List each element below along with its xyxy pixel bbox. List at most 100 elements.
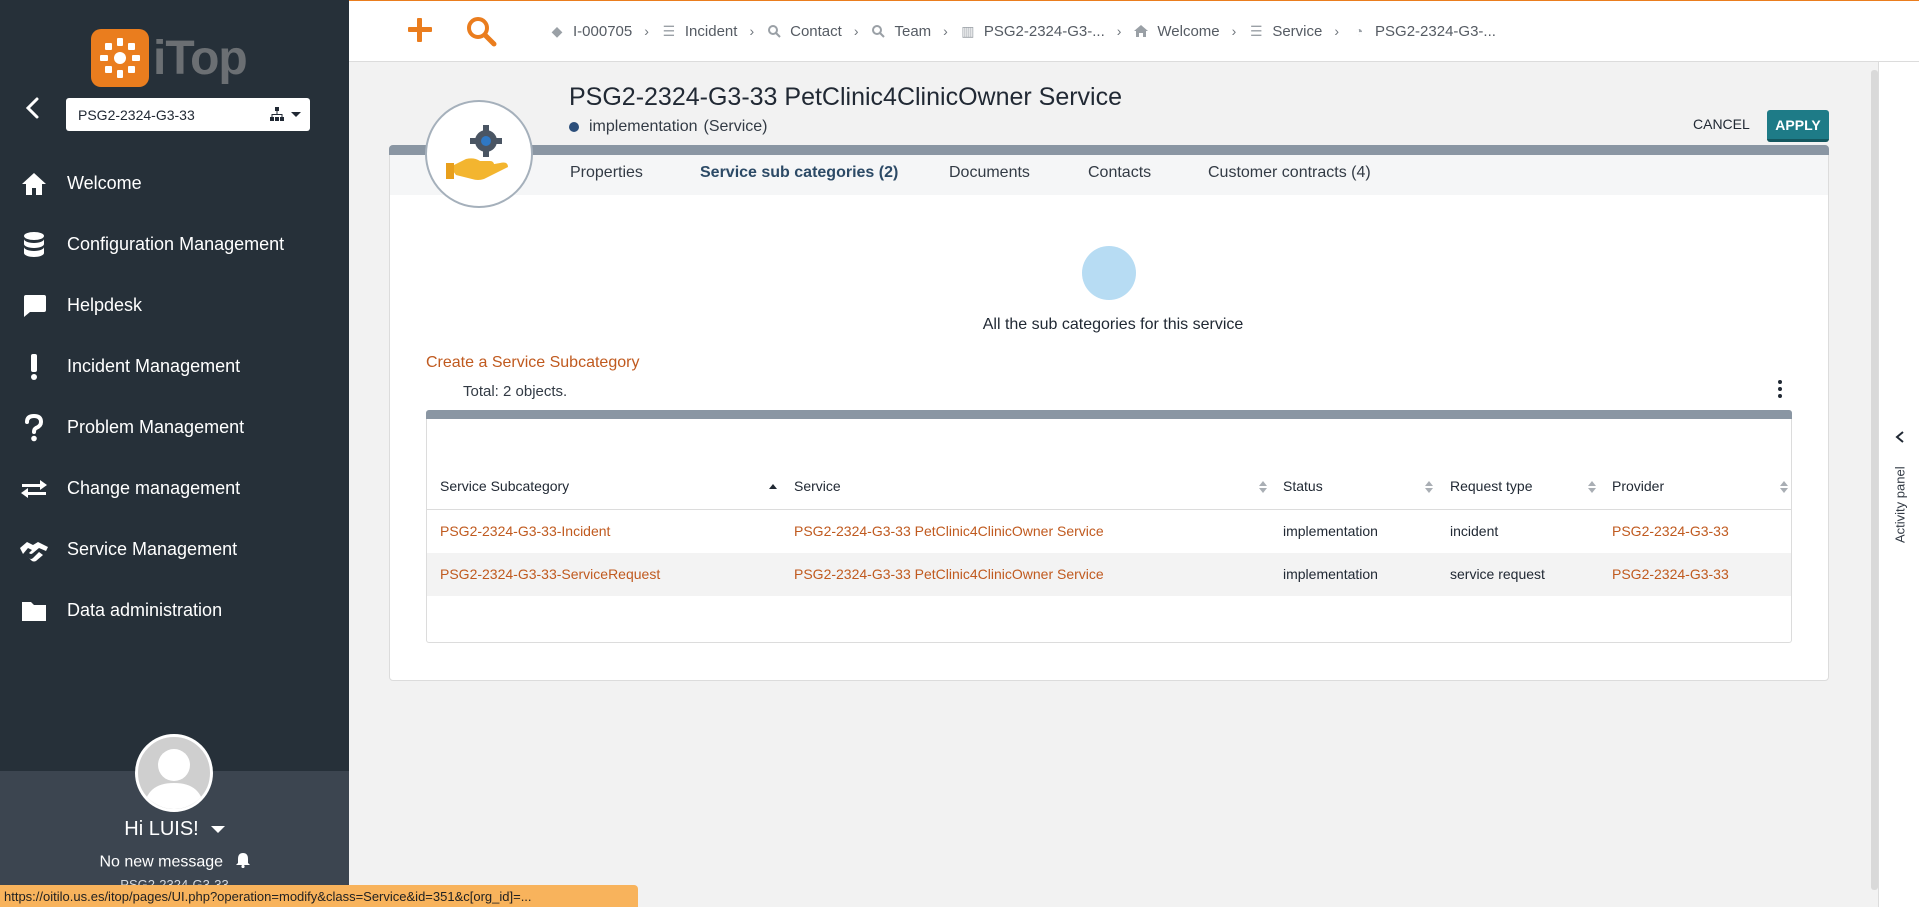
sort-icon[interactable] <box>1780 480 1788 494</box>
notifications[interactable]: No new message <box>0 852 349 873</box>
arrows-exchange-icon <box>19 474 49 504</box>
avatar[interactable] <box>135 734 213 812</box>
breadcrumb-label: Contact <box>790 22 842 40</box>
status-value: implementation <box>589 118 698 135</box>
chevron-right-icon: › <box>644 23 649 39</box>
activity-panel-toggle[interactable]: Activity panel <box>1880 460 1919 550</box>
itop-logo[interactable]: iTop <box>91 28 261 88</box>
cell-provider-link[interactable]: PSG2-2324-G3-33 <box>1612 566 1729 582</box>
menu-item-label: Welcome <box>67 173 142 193</box>
breadcrumb-item[interactable]: ☰ Incident <box>661 23 738 40</box>
column-header-status[interactable]: Status <box>1283 478 1323 494</box>
breadcrumb-label: I-000705 <box>573 22 633 40</box>
breadcrumb-item[interactable]: Contact <box>766 23 842 40</box>
tab-service-sub-categories[interactable]: Service sub categories (2) <box>700 164 898 182</box>
list-icon: ☰ <box>1250 22 1263 39</box>
chevron-right-icon: › <box>943 23 948 39</box>
logo-mark-icon <box>91 29 149 87</box>
notifications-label: No new message <box>99 853 224 871</box>
breadcrumb-item[interactable]: Team <box>870 23 931 40</box>
tab-customer-contracts[interactable]: Customer contracts (4) <box>1208 164 1371 182</box>
breadcrumb-item[interactable]: Welcome <box>1133 22 1220 40</box>
breadcrumb: ◆ I-000705 › ☰ Incident › Contact › Team… <box>549 1 1496 61</box>
menu-item-configuration-management[interactable]: Configuration Management <box>0 214 349 275</box>
question-icon <box>19 413 49 443</box>
collapse-sidebar-icon[interactable] <box>22 96 44 120</box>
menu-item-incident-management[interactable]: Incident Management <box>0 336 349 397</box>
column-header-service[interactable]: Service <box>794 478 841 494</box>
breadcrumb-label: PSG2-2324-G3-... <box>983 22 1105 40</box>
chat-icon <box>19 291 49 321</box>
top-bar: ◆ I-000705 › ☰ Incident › Contact › Team… <box>349 0 1919 62</box>
menu-item-helpdesk[interactable]: Helpdesk <box>0 275 349 336</box>
chevron-right-icon: › <box>1116 23 1122 39</box>
cell-provider-link[interactable]: PSG2-2324-G3-33 <box>1612 523 1729 539</box>
chevron-right-icon: › <box>749 23 755 39</box>
service-object-icon <box>425 100 533 208</box>
sort-icon[interactable] <box>1259 480 1267 494</box>
cell-service-link[interactable]: PSG2-2324-G3-33 PetClinic4ClinicOwner Se… <box>794 566 1104 582</box>
search-icon <box>766 23 782 39</box>
menu-item-label: Problem Management <box>67 417 245 437</box>
column-header-provider[interactable]: Provider <box>1612 478 1664 494</box>
menu-item-service-management[interactable]: Service Management <box>0 519 349 580</box>
breadcrumb-item[interactable]: ◔ PSG2-2324-G3-... <box>1351 23 1496 40</box>
tab-contacts[interactable]: Contacts <box>1088 164 1151 182</box>
column-header-service-subcategory[interactable]: Service Subcategory <box>440 478 569 494</box>
status-url-bar: https://oitilo.us.es/itop/pages/UI.php?o… <box>0 885 638 907</box>
breadcrumb-item[interactable]: ▥ PSG2-2324-G3-... <box>960 23 1105 40</box>
sort-icon[interactable] <box>1425 480 1433 494</box>
cell-status: implementation <box>1283 566 1378 582</box>
diamond-icon: ◆ <box>551 22 563 39</box>
apply-button[interactable]: APPLY <box>1767 110 1829 142</box>
breadcrumb-item[interactable]: ◆ I-000705 <box>549 22 633 40</box>
bell-icon[interactable] <box>235 852 250 873</box>
sort-ascending-icon[interactable] <box>769 480 777 494</box>
user-menu-toggle[interactable]: Hi LUIS! <box>0 818 349 841</box>
breadcrumb-label: Incident <box>684 22 738 40</box>
menu-item-label: Incident Management <box>67 356 241 376</box>
cell-service-link[interactable]: PSG2-2324-G3-33 PetClinic4ClinicOwner Se… <box>794 523 1104 539</box>
object-status: implementation (Service) <box>569 118 768 136</box>
handshake-icon <box>19 535 49 565</box>
subcategory-image-icon <box>1082 246 1136 300</box>
breadcrumb-label: Team <box>894 22 932 40</box>
menu-item-problem-management[interactable]: Problem Management <box>0 397 349 458</box>
table-row: PSG2-2324-G3-33-Incident PSG2-2324-G3-33… <box>427 510 1791 553</box>
building-icon: ▥ <box>961 22 975 39</box>
list-icon: ☰ <box>662 22 676 39</box>
database-icon <box>19 230 49 260</box>
global-search-icon[interactable] <box>465 15 497 47</box>
menu-item-data-administration[interactable]: Data administration <box>0 580 349 641</box>
cell-status: implementation <box>1283 523 1378 539</box>
cell-subcategory-link[interactable]: PSG2-2324-G3-33-Incident <box>440 523 610 539</box>
page-scrollbar[interactable] <box>1871 70 1878 890</box>
home-icon <box>19 169 49 199</box>
breadcrumb-label: Welcome <box>1157 22 1220 40</box>
table-header-strip <box>426 410 1792 419</box>
organization-selector-value: PSG2-2324-G3-33 <box>78 106 195 123</box>
tab-documents[interactable]: Documents <box>949 164 1030 182</box>
menu-item-label: Data administration <box>67 600 223 620</box>
chevron-down-icon[interactable] <box>210 826 225 834</box>
more-options-icon[interactable] <box>1776 380 1784 398</box>
organization-selector[interactable]: PSG2-2324-G3-33 <box>66 98 310 131</box>
chevron-down-icon[interactable] <box>291 112 301 117</box>
cancel-button[interactable]: CANCEL <box>1693 116 1750 132</box>
menu-item-change-management[interactable]: Change management <box>0 458 349 519</box>
chevron-left-icon[interactable] <box>1894 430 1906 444</box>
cell-request-type: incident <box>1450 523 1499 539</box>
breadcrumb-item[interactable]: ☰ Service <box>1248 23 1322 40</box>
breadcrumb-label: PSG2-2324-G3-... <box>1375 22 1496 40</box>
create-subcategory-link[interactable]: Create a Service Subcategory <box>426 354 639 372</box>
sort-icon[interactable] <box>1588 480 1596 494</box>
tab-properties[interactable]: Properties <box>570 164 643 182</box>
search-icon <box>870 23 886 39</box>
cell-subcategory-link[interactable]: PSG2-2324-G3-33-ServiceRequest <box>440 566 660 582</box>
menu-item-label: Configuration Management <box>67 234 285 254</box>
hierarchy-icon[interactable] <box>270 107 284 124</box>
new-object-plus-icon[interactable] <box>405 15 435 45</box>
column-header-request-type[interactable]: Request type <box>1450 478 1533 494</box>
menu-item-welcome[interactable]: Welcome <box>0 153 349 214</box>
object-class: (Service) <box>703 118 768 135</box>
